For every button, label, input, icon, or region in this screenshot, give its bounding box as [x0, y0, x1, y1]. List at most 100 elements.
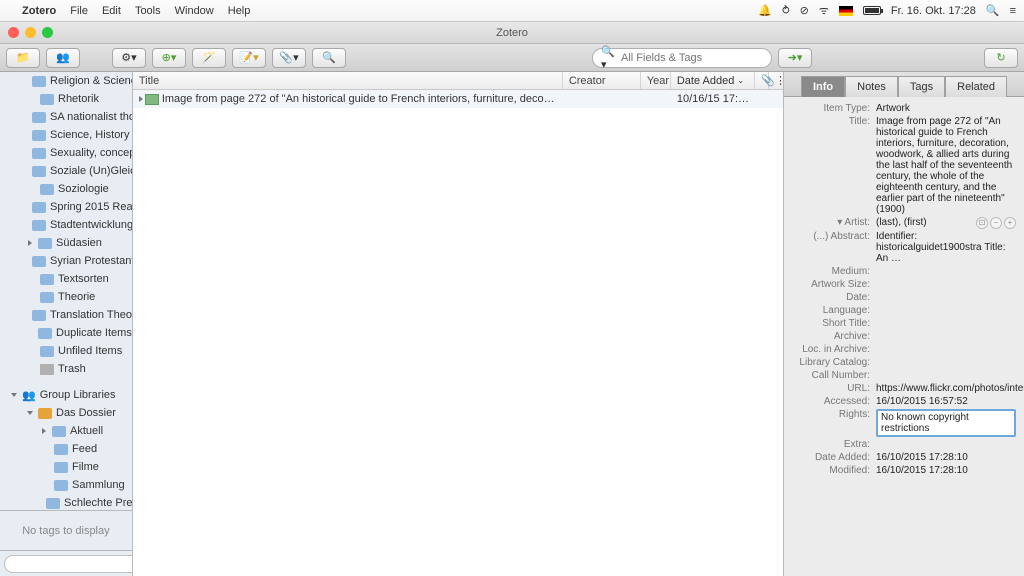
circle-icon[interactable]: ⊘	[800, 4, 809, 17]
add-creator[interactable]: +	[1004, 217, 1016, 229]
new-collection-button[interactable]: 📁	[6, 48, 40, 68]
disclosure-icon[interactable]	[11, 393, 17, 397]
app-menu[interactable]: Zotero	[22, 5, 56, 17]
folder-icon	[40, 292, 54, 303]
field-row-call_number: Call Number:	[792, 370, 1016, 381]
sidebar-item[interactable]: Soziologie	[0, 180, 132, 198]
sidebar-item-label: SA nationalist thought	[50, 111, 132, 123]
field-value[interactable]: No known copyright restrictions	[876, 409, 1016, 437]
search-box[interactable]: 🔍▾	[592, 48, 772, 68]
sidebar-item-label: Filme	[72, 461, 99, 473]
flag-icon[interactable]	[839, 6, 853, 16]
sidebar-item-label: Soziale (Un)Gleichheit	[50, 165, 132, 177]
new-group-button[interactable]: 👥	[46, 48, 80, 68]
attach-button[interactable]: 📎▾	[272, 48, 306, 68]
col-creator[interactable]: Creator	[563, 72, 641, 89]
window-title: Zotero	[496, 27, 528, 39]
disclosure-icon[interactable]	[28, 240, 32, 246]
wifi-icon[interactable]: ᯤ	[819, 3, 829, 18]
field-toggle[interactable]: ⊡	[976, 217, 988, 229]
actions-button[interactable]: ⚙▾	[112, 48, 146, 68]
menu-window[interactable]: Window	[175, 5, 214, 17]
sidebar-item[interactable]: Soziale (Un)Gleichheit	[0, 162, 132, 180]
sidebar-item-label: Translation Theory Paper	[50, 309, 132, 321]
sidebar-item[interactable]: Schlechte Presse	[0, 494, 132, 510]
menu-edit[interactable]: Edit	[102, 5, 121, 17]
col-attachment[interactable]: 📎	[755, 72, 769, 89]
group-libraries-header[interactable]: 👥 Group Libraries	[0, 386, 132, 404]
sidebar-item[interactable]: Religion & Science	[0, 72, 132, 90]
clock-text[interactable]: Fr. 16. Okt. 17:28	[891, 5, 976, 17]
adv-search-button[interactable]: 🔍	[312, 48, 346, 68]
menu-icon[interactable]: ≡	[1010, 5, 1016, 17]
item-details-panel: Info Notes Tags Related Item Type:Artwor…	[784, 72, 1024, 576]
tab-tags[interactable]: Tags	[898, 76, 945, 97]
menu-help[interactable]: Help	[228, 5, 251, 17]
sidebar-item[interactable]: Südasien	[0, 234, 132, 252]
sidebar-item[interactable]: Duplicate Items	[0, 324, 132, 342]
close-window-button[interactable]	[8, 27, 19, 38]
field-label: Short Title:	[792, 318, 876, 329]
tag-filter-input[interactable]	[4, 555, 133, 573]
disclosure-icon[interactable]	[27, 411, 33, 415]
sidebar-item[interactable]: Theorie	[0, 288, 132, 306]
field-value[interactable]: 16/10/2015 16:57:52	[876, 396, 1016, 407]
field-value[interactable]: 16/10/2015 17:28:10	[876, 452, 1016, 463]
field-value[interactable]: Identifier: historicalguidet1900stra Tit…	[876, 231, 1016, 264]
sidebar-item[interactable]: Science, History of	[0, 126, 132, 144]
field-label: Medium:	[792, 266, 876, 277]
field-label: Accessed:	[792, 396, 876, 407]
battery-icon[interactable]	[863, 6, 881, 15]
group-icon: 👥	[22, 389, 36, 402]
minimize-window-button[interactable]	[25, 27, 36, 38]
sidebar-item[interactable]: Syrian Protestant Coll…	[0, 252, 132, 270]
col-year[interactable]: Year	[641, 72, 671, 89]
field-label: Language:	[792, 305, 876, 316]
sidebar-item[interactable]: Trash	[0, 360, 132, 378]
zoom-window-button[interactable]	[42, 27, 53, 38]
folder-icon	[38, 328, 52, 339]
bell-icon[interactable]: 🔔	[758, 4, 772, 17]
sync-icon[interactable]: ⥁	[782, 4, 790, 17]
new-item-button[interactable]: ⊕▾	[152, 48, 186, 68]
sidebar-item[interactable]: Sexuality, concept of	[0, 144, 132, 162]
col-menu[interactable]: ⋮	[769, 72, 783, 89]
spotlight-icon[interactable]: 🔍	[986, 4, 1000, 17]
sidebar-item[interactable]: Stadtentwicklung	[0, 216, 132, 234]
items-pane: Title Creator Year Date Added⌄ 📎 ⋮ Image…	[133, 72, 784, 576]
sidebar-item[interactable]: Sammlung	[0, 476, 132, 494]
tab-related[interactable]: Related	[945, 76, 1007, 97]
remove-creator[interactable]: −	[990, 217, 1002, 229]
sidebar-item[interactable]: Das Dossier	[0, 404, 132, 422]
field-value[interactable]: Image from page 272 of "An historical gu…	[876, 116, 1016, 215]
field-value[interactable]: (last), (first)	[876, 217, 972, 228]
tab-info[interactable]: Info	[801, 76, 845, 97]
menu-tools[interactable]: Tools	[135, 5, 161, 17]
expand-icon[interactable]	[139, 96, 143, 102]
sidebar-item[interactable]: Aktuell	[0, 422, 132, 440]
sidebar-item[interactable]: Spring 2015 Reading	[0, 198, 132, 216]
locate-button[interactable]: ➜▾	[778, 48, 812, 68]
field-row-extra: Extra:	[792, 439, 1016, 450]
sync-button[interactable]: ↻	[984, 48, 1018, 68]
field-value[interactable]: Artwork	[876, 103, 1016, 114]
search-input[interactable]	[621, 52, 763, 64]
disclosure-icon[interactable]	[42, 428, 46, 434]
new-note-button[interactable]: 📝▾	[232, 48, 266, 68]
sidebar-item[interactable]: Textsorten	[0, 270, 132, 288]
sidebar-item[interactable]: Filme	[0, 458, 132, 476]
field-value[interactable]: https://www.flickr.com/photos/internetar…	[876, 383, 1024, 394]
tab-notes[interactable]: Notes	[845, 76, 898, 97]
col-title[interactable]: Title	[133, 72, 563, 89]
item-row[interactable]: Image from page 272 of "An historical gu…	[133, 90, 783, 108]
sidebar-item[interactable]: Unfiled Items	[0, 342, 132, 360]
sidebar-item[interactable]: Translation Theory Paper	[0, 306, 132, 324]
sidebar-item[interactable]: SA nationalist thought	[0, 108, 132, 126]
add-by-id-button[interactable]: 🪄	[192, 48, 226, 68]
field-row-rights: Rights:No known copyright restrictions	[792, 409, 1016, 437]
field-value[interactable]: 16/10/2015 17:28:10	[876, 465, 1016, 476]
col-date-added[interactable]: Date Added⌄	[671, 72, 755, 89]
menu-file[interactable]: File	[70, 5, 88, 17]
sidebar-item[interactable]: Feed	[0, 440, 132, 458]
sidebar-item[interactable]: Rhetorik	[0, 90, 132, 108]
